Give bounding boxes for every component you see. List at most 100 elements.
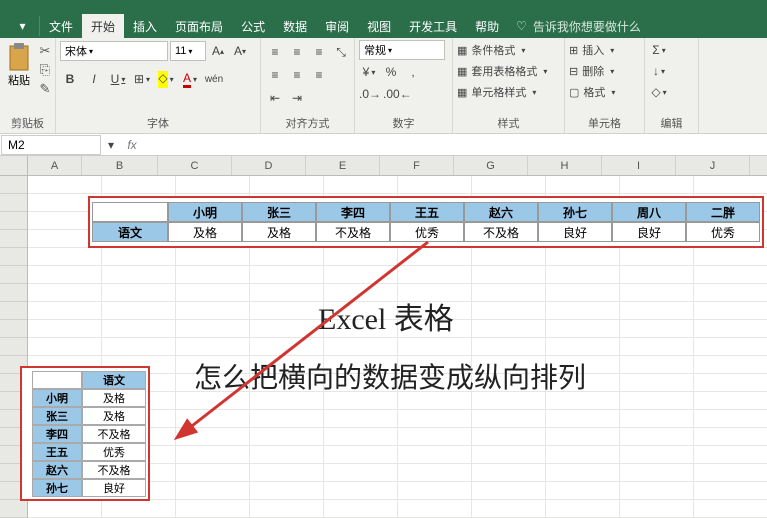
italic-button[interactable]: I bbox=[84, 69, 104, 89]
col-header-G[interactable]: G bbox=[454, 156, 528, 175]
col-header-E[interactable]: E bbox=[306, 156, 380, 175]
cell-style-icon: ▦ bbox=[457, 86, 467, 99]
file-dropdown[interactable]: ▾ bbox=[6, 16, 40, 36]
formula-bar-row: M2 ▾ fx bbox=[0, 134, 767, 156]
styles-group: ▦条件格式▾ ▦套用表格格式▾ ▦单元格样式▾ 样式 bbox=[453, 38, 565, 133]
table-format-icon: ▦ bbox=[457, 65, 467, 78]
row-header[interactable] bbox=[0, 176, 27, 194]
fill-icon[interactable]: ↓▾ bbox=[649, 61, 669, 81]
font-color-button[interactable]: A▾ bbox=[180, 69, 200, 89]
currency-icon[interactable]: ¥▾ bbox=[359, 62, 379, 82]
row-header[interactable] bbox=[0, 284, 27, 302]
select-all-corner[interactable] bbox=[0, 156, 28, 175]
col-header-B[interactable]: B bbox=[82, 156, 158, 175]
cell-styles-button[interactable]: ▦单元格样式▾ bbox=[457, 82, 536, 102]
menu-公式[interactable]: 公式 bbox=[232, 14, 274, 38]
increase-indent-icon[interactable]: ⇥ bbox=[287, 88, 307, 108]
comma-icon[interactable]: , bbox=[403, 62, 423, 82]
autosum-icon[interactable]: Σ▾ bbox=[649, 40, 669, 60]
col-header-I[interactable]: I bbox=[602, 156, 676, 175]
row-header[interactable] bbox=[0, 266, 27, 284]
row-header[interactable] bbox=[0, 320, 27, 338]
number-format-select[interactable]: 常规▾ bbox=[359, 40, 445, 60]
menu-数据[interactable]: 数据 bbox=[274, 14, 316, 38]
conditional-format-button[interactable]: ▦条件格式▾ bbox=[457, 40, 525, 60]
table-cell: 王五 bbox=[32, 443, 82, 461]
phonetic-button[interactable]: wén bbox=[204, 69, 224, 89]
cut-icon[interactable]: ✂ bbox=[36, 42, 54, 60]
underline-button[interactable]: U▾ bbox=[108, 69, 128, 89]
menu-开发工具[interactable]: 开发工具 bbox=[400, 14, 466, 38]
font-group: 宋体▾ 11▾ A▴ A▾ B I U▾ ⊞▾ ◇▾ A▾ wén 字体 bbox=[56, 38, 261, 133]
font-name-select[interactable]: 宋体▾ bbox=[60, 41, 168, 61]
copy-icon[interactable]: ⎘ bbox=[36, 61, 54, 79]
col-header-F[interactable]: F bbox=[380, 156, 454, 175]
col-header-A[interactable]: A bbox=[28, 156, 82, 175]
worksheet: ABCDEFGHIJ 小明张三李四王五赵六孙七周八二胖语文及格及格不及格优秀不及… bbox=[0, 156, 767, 518]
insert-cells-button[interactable]: ⊞插入▾ bbox=[569, 40, 614, 60]
menu-页面布局[interactable]: 页面布局 bbox=[166, 14, 232, 38]
menu-视图[interactable]: 视图 bbox=[358, 14, 400, 38]
table-cell bbox=[92, 202, 168, 222]
menu-审阅[interactable]: 审阅 bbox=[316, 14, 358, 38]
lightbulb-icon: ♡ bbox=[516, 19, 527, 33]
align-center-icon[interactable]: ≡ bbox=[287, 65, 307, 85]
paste-button[interactable]: 粘贴 bbox=[4, 40, 34, 90]
increase-font-icon[interactable]: A▴ bbox=[208, 41, 228, 61]
decrease-font-icon[interactable]: A▾ bbox=[230, 41, 250, 61]
font-size-select[interactable]: 11▾ bbox=[170, 41, 206, 61]
increase-decimal-icon[interactable]: .0→ bbox=[359, 84, 381, 104]
menu-插入[interactable]: 插入 bbox=[124, 14, 166, 38]
col-header-H[interactable]: H bbox=[528, 156, 602, 175]
cells-area[interactable]: 小明张三李四王五赵六孙七周八二胖语文及格及格不及格优秀不及格良好良好优秀 语文小… bbox=[28, 176, 767, 518]
delete-cells-button[interactable]: ⊟删除▾ bbox=[569, 61, 614, 81]
format-table-button[interactable]: ▦套用表格格式▾ bbox=[457, 61, 547, 81]
menu-文件[interactable]: 文件 bbox=[40, 14, 82, 38]
format-cells-button[interactable]: ▢格式▾ bbox=[569, 82, 615, 102]
table-cell: 及格 bbox=[82, 407, 146, 425]
formula-bar[interactable] bbox=[143, 135, 767, 155]
row-header[interactable] bbox=[0, 212, 27, 230]
border-button[interactable]: ⊞▾ bbox=[132, 69, 152, 89]
format-painter-icon[interactable]: ✎ bbox=[36, 80, 54, 98]
row-header[interactable] bbox=[0, 248, 27, 266]
row-header[interactable] bbox=[0, 500, 27, 518]
orientation-icon[interactable]: ⤡ bbox=[331, 42, 351, 62]
namebox-dropdown-icon[interactable]: ▾ bbox=[101, 135, 121, 155]
vertical-table: 语文小明及格张三及格李四不及格王五优秀赵六不及格孙七良好 bbox=[20, 366, 150, 501]
align-left-icon[interactable]: ≡ bbox=[265, 65, 285, 85]
align-bottom-icon[interactable]: ≡ bbox=[309, 42, 329, 62]
clear-icon[interactable]: ◇▾ bbox=[649, 82, 669, 102]
table-cell: 二胖 bbox=[686, 202, 760, 222]
align-top-icon[interactable]: ≡ bbox=[265, 42, 285, 62]
table-cell: 不及格 bbox=[82, 425, 146, 443]
col-header-D[interactable]: D bbox=[232, 156, 306, 175]
format-icon: ▢ bbox=[569, 86, 579, 99]
annotation-subtitle: 怎么把横向的数据变成纵向排列 bbox=[194, 356, 586, 396]
table-cell: 李四 bbox=[316, 202, 390, 222]
delete-icon: ⊟ bbox=[569, 65, 578, 78]
row-header[interactable] bbox=[0, 230, 27, 248]
align-middle-icon[interactable]: ≡ bbox=[287, 42, 307, 62]
row-header[interactable] bbox=[0, 338, 27, 356]
fx-icon[interactable]: fx bbox=[121, 138, 143, 152]
decrease-indent-icon[interactable]: ⇤ bbox=[265, 88, 285, 108]
cond-format-icon: ▦ bbox=[457, 44, 467, 57]
col-header-J[interactable]: J bbox=[676, 156, 750, 175]
percent-icon[interactable]: % bbox=[381, 62, 401, 82]
table-cell: 良好 bbox=[612, 222, 686, 242]
bold-button[interactable]: B bbox=[60, 69, 80, 89]
col-header-C[interactable]: C bbox=[158, 156, 232, 175]
name-box[interactable]: M2 bbox=[1, 135, 101, 155]
row-header[interactable] bbox=[0, 302, 27, 320]
table-cell: 良好 bbox=[538, 222, 612, 242]
align-right-icon[interactable]: ≡ bbox=[309, 65, 329, 85]
table-cell: 语文 bbox=[92, 222, 168, 242]
fill-color-button[interactable]: ◇▾ bbox=[156, 69, 176, 89]
menu-开始[interactable]: 开始 bbox=[82, 14, 124, 38]
clipboard-group: 粘贴 ✂ ⎘ ✎ 剪贴板 bbox=[0, 38, 56, 133]
tell-me[interactable]: ♡ 告诉我你想要做什么 bbox=[516, 18, 641, 35]
menu-帮助[interactable]: 帮助 bbox=[466, 14, 508, 38]
decrease-decimal-icon[interactable]: .00← bbox=[383, 84, 412, 104]
row-header[interactable] bbox=[0, 194, 27, 212]
